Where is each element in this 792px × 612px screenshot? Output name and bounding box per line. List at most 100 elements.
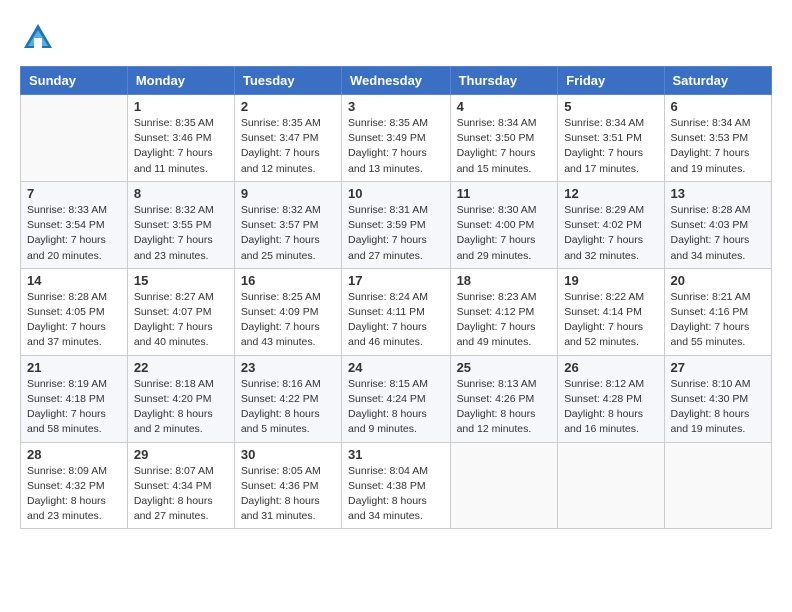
day-number: 27 bbox=[671, 360, 765, 375]
calendar-cell: 23Sunrise: 8:16 AMSunset: 4:22 PMDayligh… bbox=[234, 355, 341, 442]
day-info: Sunrise: 8:29 AMSunset: 4:02 PMDaylight:… bbox=[564, 203, 657, 264]
day-info: Sunrise: 8:35 AMSunset: 3:49 PMDaylight:… bbox=[348, 116, 444, 177]
weekday-header: Friday bbox=[558, 67, 664, 95]
day-number: 10 bbox=[348, 186, 444, 201]
weekday-header: Saturday bbox=[664, 67, 771, 95]
day-number: 12 bbox=[564, 186, 657, 201]
day-info: Sunrise: 8:34 AMSunset: 3:50 PMDaylight:… bbox=[457, 116, 552, 177]
day-number: 20 bbox=[671, 273, 765, 288]
day-number: 9 bbox=[241, 186, 335, 201]
calendar-week-row: 14 Sunrise: 8:28 AMSunset: 4:05 PMDayligh… bbox=[21, 268, 772, 355]
calendar-cell: 29 Sunrise: 8:07 AMSunset: 4:34 PMDayligh… bbox=[127, 442, 234, 529]
day-number: 21 bbox=[27, 360, 121, 375]
calendar-cell: 11 Sunrise: 8:30 AMSunset: 4:00 PMDayligh… bbox=[450, 181, 558, 268]
day-info: Sunrise: 8:35 AMSunset: 3:47 PMDaylight:… bbox=[241, 116, 335, 177]
day-info: Sunrise: 8:35 AMSunset: 3:46 PMDaylight:… bbox=[134, 116, 228, 177]
day-info: Sunrise: 8:34 AMSunset: 3:53 PMDaylight:… bbox=[671, 116, 765, 177]
weekday-header: Thursday bbox=[450, 67, 558, 95]
day-info: Sunrise: 8:33 AMSunset: 3:54 PMDaylight:… bbox=[27, 203, 121, 264]
calendar-cell bbox=[558, 442, 664, 529]
calendar-cell: 26 Sunrise: 8:12 AMSunset: 4:28 PMDayligh… bbox=[558, 355, 664, 442]
day-info: Sunrise: 8:23 AMSunset: 4:12 PMDaylight:… bbox=[457, 290, 552, 351]
day-number: 16 bbox=[241, 273, 335, 288]
day-info: Sunrise: 8:34 AMSunset: 3:51 PMDaylight:… bbox=[564, 116, 657, 177]
logo bbox=[20, 20, 60, 56]
calendar-cell: 27 Sunrise: 8:10 AMSunset: 4:30 PMDayligh… bbox=[664, 355, 771, 442]
day-number: 31 bbox=[348, 447, 444, 462]
day-info: Sunrise: 8:05 AMSunset: 4:36 PMDaylight:… bbox=[241, 464, 335, 525]
weekday-header: Sunday bbox=[21, 67, 128, 95]
day-info: Sunrise: 8:28 AMSunset: 4:05 PMDaylight:… bbox=[27, 290, 121, 351]
calendar-cell: 12 Sunrise: 8:29 AMSunset: 4:02 PMDayligh… bbox=[558, 181, 664, 268]
day-info: Sunrise: 8:18 AMSunset: 4:20 PMDaylight:… bbox=[134, 377, 228, 438]
calendar-cell: 6 Sunrise: 8:34 AMSunset: 3:53 PMDaylight… bbox=[664, 95, 771, 182]
day-info: Sunrise: 8:04 AMSunset: 4:38 PMDaylight:… bbox=[348, 464, 444, 525]
weekday-header: Tuesday bbox=[234, 67, 341, 95]
day-number: 7 bbox=[27, 186, 121, 201]
calendar-cell: 17Sunrise: 8:24 AMSunset: 4:11 PMDayligh… bbox=[342, 268, 451, 355]
page: SundayMondayTuesdayWednesdayThursdayFrid… bbox=[0, 0, 792, 539]
calendar-cell: 4Sunrise: 8:34 AMSunset: 3:50 PMDaylight… bbox=[450, 95, 558, 182]
calendar-cell: 14 Sunrise: 8:28 AMSunset: 4:05 PMDayligh… bbox=[21, 268, 128, 355]
calendar-cell: 25 Sunrise: 8:13 AMSunset: 4:26 PMDayligh… bbox=[450, 355, 558, 442]
day-number: 3 bbox=[348, 99, 444, 114]
day-info: Sunrise: 8:24 AMSunset: 4:11 PMDaylight:… bbox=[348, 290, 444, 351]
calendar-cell: 21 Sunrise: 8:19 AMSunset: 4:18 PMDayligh… bbox=[21, 355, 128, 442]
calendar-cell: 30 Sunrise: 8:05 AMSunset: 4:36 PMDayligh… bbox=[234, 442, 341, 529]
day-number: 22 bbox=[134, 360, 228, 375]
day-info: Sunrise: 8:13 AMSunset: 4:26 PMDaylight:… bbox=[457, 377, 552, 438]
day-info: Sunrise: 8:15 AMSunset: 4:24 PMDaylight:… bbox=[348, 377, 444, 438]
calendar-cell: 13Sunrise: 8:28 AMSunset: 4:03 PMDayligh… bbox=[664, 181, 771, 268]
day-info: Sunrise: 8:12 AMSunset: 4:28 PMDaylight:… bbox=[564, 377, 657, 438]
day-info: Sunrise: 8:31 AMSunset: 3:59 PMDaylight:… bbox=[348, 203, 444, 264]
day-number: 5 bbox=[564, 99, 657, 114]
day-number: 14 bbox=[27, 273, 121, 288]
calendar-cell: 8 Sunrise: 8:32 AMSunset: 3:55 PMDaylight… bbox=[127, 181, 234, 268]
day-number: 1 bbox=[134, 99, 228, 114]
calendar-cell: 22 Sunrise: 8:18 AMSunset: 4:20 PMDayligh… bbox=[127, 355, 234, 442]
calendar-cell: 20 Sunrise: 8:21 AMSunset: 4:16 PMDayligh… bbox=[664, 268, 771, 355]
calendar-cell: 15 Sunrise: 8:27 AMSunset: 4:07 PMDayligh… bbox=[127, 268, 234, 355]
day-number: 6 bbox=[671, 99, 765, 114]
day-number: 28 bbox=[27, 447, 121, 462]
calendar-cell: 2 Sunrise: 8:35 AMSunset: 3:47 PMDaylight… bbox=[234, 95, 341, 182]
calendar-cell bbox=[21, 95, 128, 182]
day-number: 29 bbox=[134, 447, 228, 462]
calendar-cell: 16Sunrise: 8:25 AMSunset: 4:09 PMDayligh… bbox=[234, 268, 341, 355]
day-info: Sunrise: 8:27 AMSunset: 4:07 PMDaylight:… bbox=[134, 290, 228, 351]
day-info: Sunrise: 8:09 AMSunset: 4:32 PMDaylight:… bbox=[27, 464, 121, 525]
day-number: 26 bbox=[564, 360, 657, 375]
calendar-cell bbox=[450, 442, 558, 529]
day-number: 8 bbox=[134, 186, 228, 201]
weekday-header: Wednesday bbox=[342, 67, 451, 95]
day-info: Sunrise: 8:22 AMSunset: 4:14 PMDaylight:… bbox=[564, 290, 657, 351]
calendar-table: SundayMondayTuesdayWednesdayThursdayFrid… bbox=[20, 66, 772, 529]
weekday-header-row: SundayMondayTuesdayWednesdayThursdayFrid… bbox=[21, 67, 772, 95]
day-info: Sunrise: 8:32 AMSunset: 3:57 PMDaylight:… bbox=[241, 203, 335, 264]
calendar-cell: 1 Sunrise: 8:35 AMSunset: 3:46 PMDaylight… bbox=[127, 95, 234, 182]
day-number: 11 bbox=[457, 186, 552, 201]
day-number: 15 bbox=[134, 273, 228, 288]
header bbox=[20, 20, 772, 56]
calendar-cell: 9 Sunrise: 8:32 AMSunset: 3:57 PMDaylight… bbox=[234, 181, 341, 268]
day-number: 19 bbox=[564, 273, 657, 288]
calendar-cell: 19 Sunrise: 8:22 AMSunset: 4:14 PMDayligh… bbox=[558, 268, 664, 355]
logo-icon bbox=[20, 20, 56, 56]
day-number: 30 bbox=[241, 447, 335, 462]
day-info: Sunrise: 8:30 AMSunset: 4:00 PMDaylight:… bbox=[457, 203, 552, 264]
day-info: Sunrise: 8:07 AMSunset: 4:34 PMDaylight:… bbox=[134, 464, 228, 525]
day-info: Sunrise: 8:10 AMSunset: 4:30 PMDaylight:… bbox=[671, 377, 765, 438]
day-info: Sunrise: 8:19 AMSunset: 4:18 PMDaylight:… bbox=[27, 377, 121, 438]
day-info: Sunrise: 8:21 AMSunset: 4:16 PMDaylight:… bbox=[671, 290, 765, 351]
weekday-header: Monday bbox=[127, 67, 234, 95]
calendar-cell: 31 Sunrise: 8:04 AMSunset: 4:38 PMDayligh… bbox=[342, 442, 451, 529]
calendar-week-row: 7 Sunrise: 8:33 AMSunset: 3:54 PMDaylight… bbox=[21, 181, 772, 268]
day-info: Sunrise: 8:32 AMSunset: 3:55 PMDaylight:… bbox=[134, 203, 228, 264]
day-number: 2 bbox=[241, 99, 335, 114]
calendar-cell: 24Sunrise: 8:15 AMSunset: 4:24 PMDayligh… bbox=[342, 355, 451, 442]
calendar-cell: 10 Sunrise: 8:31 AMSunset: 3:59 PMDayligh… bbox=[342, 181, 451, 268]
calendar-cell bbox=[664, 442, 771, 529]
calendar-cell: 18Sunrise: 8:23 AMSunset: 4:12 PMDayligh… bbox=[450, 268, 558, 355]
day-number: 25 bbox=[457, 360, 552, 375]
calendar-cell: 28 Sunrise: 8:09 AMSunset: 4:32 PMDayligh… bbox=[21, 442, 128, 529]
